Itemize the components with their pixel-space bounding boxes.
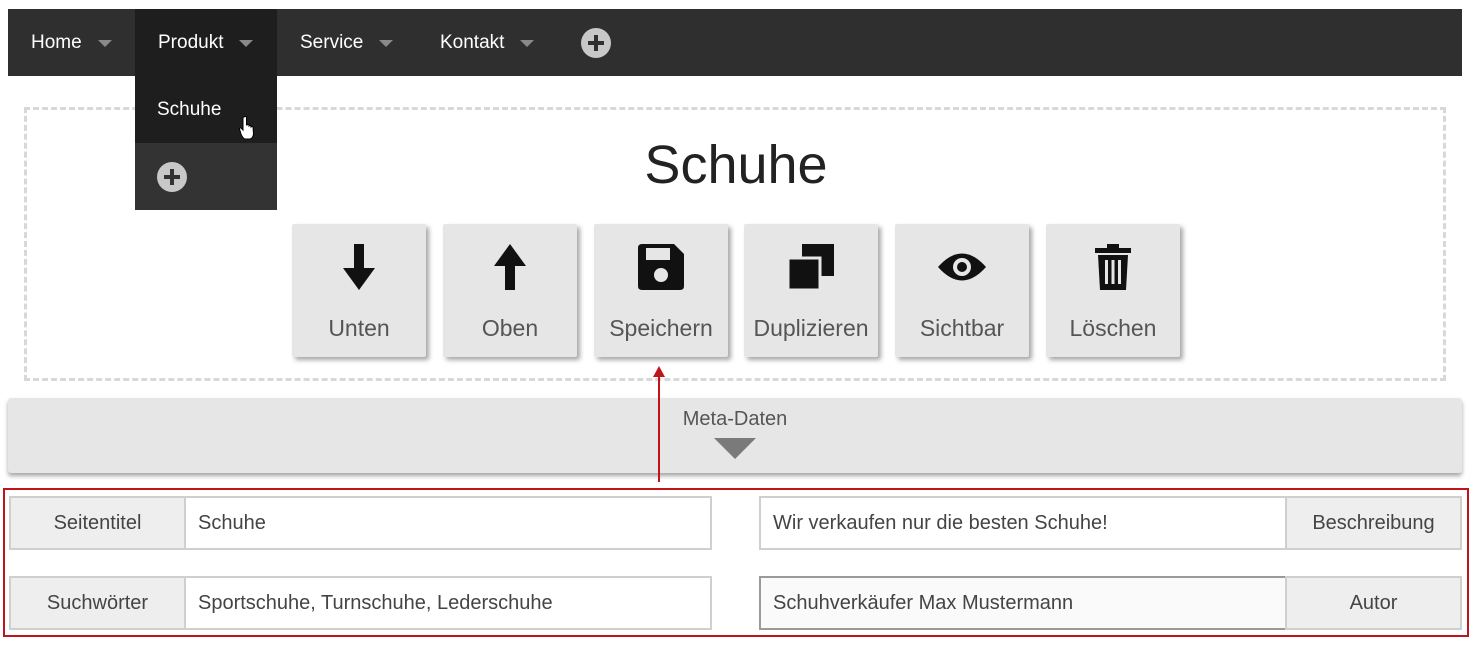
- caret-down-icon: [239, 40, 254, 47]
- arrow-up-icon: [494, 243, 526, 291]
- annotation-arrowhead: [653, 366, 665, 377]
- autor-input[interactable]: Schuhverkäufer Max Mustermann: [759, 576, 1287, 630]
- button-label: Duplizieren: [753, 315, 869, 341]
- button-label: Löschen: [1069, 315, 1157, 341]
- nav-item-label: Home: [31, 31, 82, 53]
- dropdown-item-schuhe[interactable]: Schuhe: [135, 76, 277, 143]
- duplicate-button[interactable]: Duplizieren: [744, 224, 878, 357]
- caret-down-icon: [520, 40, 535, 47]
- nav-item-kontakt[interactable]: Kontakt: [440, 9, 535, 76]
- main-navbar: Home Produkt Service Kontakt: [8, 9, 1462, 76]
- visible-toggle-button[interactable]: Sichtbar: [895, 224, 1029, 357]
- caret-down-icon: [714, 438, 756, 459]
- nav-add-button[interactable]: [581, 9, 611, 76]
- copy-icon: [788, 243, 834, 291]
- dropdown-item-label: Schuhe: [157, 98, 222, 120]
- nav-item-label: Service: [300, 31, 364, 53]
- move-up-button[interactable]: Oben: [443, 224, 577, 357]
- nav-item-service[interactable]: Service: [300, 9, 394, 76]
- move-down-button[interactable]: Unten: [292, 224, 426, 357]
- button-label: Unten: [328, 315, 390, 341]
- annotation-arrow: [658, 374, 660, 482]
- dropdown-add-button[interactable]: [135, 143, 277, 210]
- seitentitel-label: Seitentitel: [9, 496, 186, 550]
- delete-button[interactable]: Löschen: [1046, 224, 1180, 357]
- caret-down-icon: [379, 40, 394, 47]
- hand-pointer-icon: [239, 116, 255, 140]
- beschreibung-input[interactable]: Wir verkaufen nur die besten Schuhe!: [759, 496, 1287, 550]
- produkt-dropdown-menu: Schuhe: [135, 76, 277, 210]
- button-label: Oben: [481, 315, 539, 341]
- plus-circle-icon: [157, 161, 187, 192]
- button-label: Sichtbar: [919, 315, 1005, 341]
- seitentitel-input[interactable]: Schuhe: [184, 496, 712, 550]
- eye-icon: [938, 243, 986, 291]
- autor-label: Autor: [1285, 576, 1462, 630]
- suchwoerter-input[interactable]: Sportschuhe, Turnschuhe, Lederschuhe: [184, 576, 712, 630]
- floppy-disk-icon: [638, 243, 684, 291]
- meta-data-label: Meta-Daten: [682, 408, 788, 430]
- plus-circle-icon: [581, 27, 611, 58]
- meta-data-toggle[interactable]: Meta-Daten: [8, 398, 1462, 473]
- nav-item-label: Kontakt: [440, 31, 505, 53]
- caret-down-icon: [97, 40, 112, 47]
- button-label: Speichern: [609, 315, 713, 341]
- suchwoerter-label: Suchwörter: [9, 576, 186, 630]
- nav-item-label: Produkt: [158, 31, 224, 53]
- save-button[interactable]: Speichern: [594, 224, 728, 357]
- nav-item-home[interactable]: Home: [31, 9, 112, 76]
- beschreibung-label: Beschreibung: [1285, 496, 1462, 550]
- trash-icon: [1095, 243, 1131, 291]
- arrow-down-icon: [343, 243, 375, 291]
- nav-item-produkt[interactable]: Produkt: [135, 9, 277, 76]
